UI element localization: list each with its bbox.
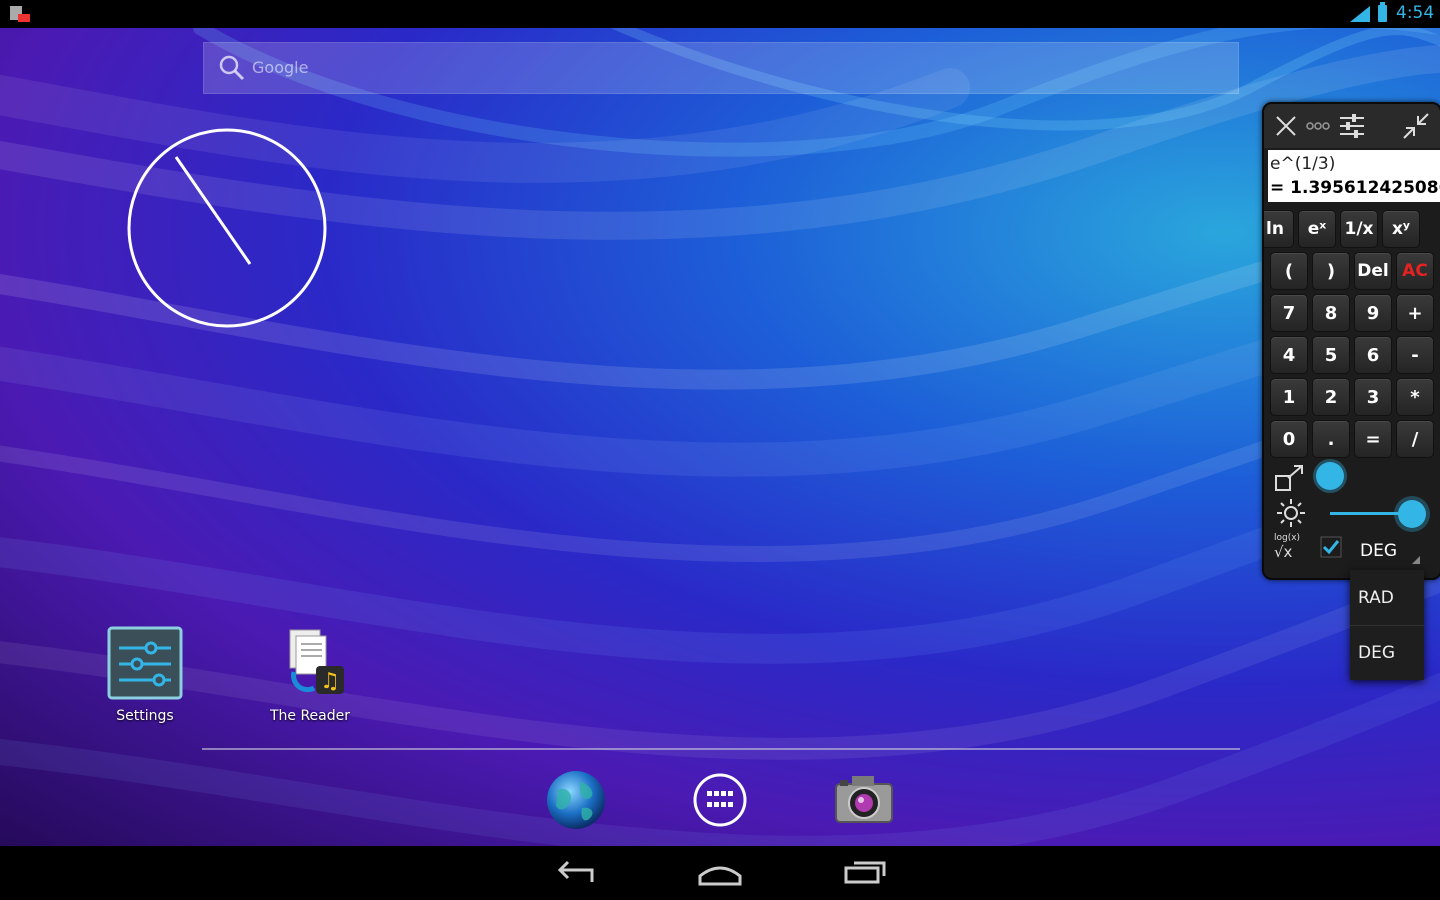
key-close-paren[interactable]: ) bbox=[1312, 252, 1350, 290]
key-1[interactable]: 1 bbox=[1270, 378, 1308, 416]
key-2[interactable]: 2 bbox=[1312, 378, 1350, 416]
key-del[interactable]: Del bbox=[1354, 252, 1392, 290]
navigation-bar bbox=[0, 846, 1440, 900]
key-8[interactable]: 8 bbox=[1312, 294, 1350, 332]
key-minus[interactable]: - bbox=[1396, 336, 1434, 374]
search-label: Google bbox=[252, 58, 309, 77]
camera-icon bbox=[835, 776, 893, 823]
settings-sliders-icon[interactable] bbox=[1338, 112, 1366, 140]
angle-mode-value: DEG bbox=[1360, 541, 1398, 561]
angle-mode-select[interactable]: DEG bbox=[1352, 534, 1424, 568]
battery-icon bbox=[1378, 2, 1387, 22]
calculator-expression: e^(1/3) bbox=[1270, 154, 1336, 174]
settings-label: Settings bbox=[116, 708, 174, 724]
reader-icon: ♫ bbox=[289, 629, 344, 694]
dock-divider bbox=[202, 748, 1240, 750]
home-icon[interactable] bbox=[696, 858, 744, 888]
recent-apps-icon[interactable] bbox=[842, 858, 888, 888]
key-exp[interactable]: eˣ bbox=[1298, 210, 1336, 248]
key-ln[interactable]: ln bbox=[1264, 210, 1294, 248]
key-decimal[interactable]: . bbox=[1312, 420, 1350, 458]
clock-hand bbox=[174, 156, 252, 265]
key-6[interactable]: 6 bbox=[1354, 336, 1392, 374]
search-icon bbox=[219, 55, 245, 81]
key-5[interactable]: 5 bbox=[1312, 336, 1350, 374]
key-power[interactable]: xʸ bbox=[1382, 210, 1420, 248]
menu-item-deg-label: DEG bbox=[1358, 643, 1396, 663]
close-icon[interactable] bbox=[1274, 114, 1298, 138]
key-reciprocal[interactable]: 1/x bbox=[1340, 210, 1378, 248]
opacity-toggle[interactable] bbox=[1316, 462, 1344, 490]
menu-item-rad-label: RAD bbox=[1358, 588, 1394, 608]
key-0[interactable]: 0 bbox=[1270, 420, 1308, 458]
camera-button[interactable] bbox=[832, 770, 896, 830]
back-icon[interactable] bbox=[554, 858, 596, 888]
key-divide[interactable]: / bbox=[1396, 420, 1434, 458]
the-reader-app[interactable]: ♫ The Reader bbox=[255, 626, 365, 724]
checkbox-checked-icon[interactable] bbox=[1320, 536, 1342, 558]
calculator-widget[interactable]: e^(1/3) = 1.395612425086 ln eˣ 1/x xʸ ( … bbox=[1262, 102, 1440, 580]
the-reader-label: The Reader bbox=[269, 708, 351, 724]
search-bar[interactable]: Google bbox=[203, 42, 1239, 94]
opacity-slider-thumb[interactable] bbox=[1398, 500, 1426, 528]
resize-icon[interactable] bbox=[1274, 464, 1306, 494]
key-4[interactable]: 4 bbox=[1270, 336, 1308, 374]
key-3[interactable]: 3 bbox=[1354, 378, 1392, 416]
analog-clock-widget[interactable] bbox=[126, 127, 328, 329]
menu-item-rad[interactable]: RAD bbox=[1350, 570, 1424, 626]
status-bar: 4:54 bbox=[0, 0, 1440, 28]
key-open-paren[interactable]: ( bbox=[1270, 252, 1308, 290]
calculator-display[interactable]: e^(1/3) = 1.395612425086 bbox=[1268, 150, 1440, 202]
brightness-icon bbox=[1277, 499, 1305, 527]
menu-item-deg[interactable]: DEG bbox=[1350, 625, 1424, 680]
opacity-icon[interactable] bbox=[1306, 120, 1330, 132]
calculator-result: = 1.395612425086 bbox=[1270, 178, 1440, 198]
key-equals[interactable]: = bbox=[1354, 420, 1392, 458]
sqrt-symbol: √x bbox=[1274, 543, 1293, 561]
angle-mode-menu: RAD DEG bbox=[1350, 570, 1424, 680]
globe-icon bbox=[547, 771, 605, 829]
key-multiply[interactable]: * bbox=[1396, 378, 1434, 416]
key-7[interactable]: 7 bbox=[1270, 294, 1308, 332]
key-plus[interactable]: + bbox=[1396, 294, 1434, 332]
apps-grid-icon bbox=[693, 773, 747, 827]
settings-app[interactable]: Settings bbox=[90, 626, 200, 724]
svg-text:♫: ♫ bbox=[320, 669, 340, 694]
sqrt-mode-icon[interactable]: log(x) √x bbox=[1274, 534, 1300, 562]
calculator-titlebar[interactable] bbox=[1264, 104, 1440, 148]
shrink-icon[interactable] bbox=[1402, 112, 1430, 140]
signal-icon bbox=[1350, 6, 1370, 22]
app-notification-icon bbox=[10, 6, 30, 22]
key-9[interactable]: 9 bbox=[1354, 294, 1392, 332]
status-time: 4:54 bbox=[1396, 3, 1435, 23]
settings-icon bbox=[107, 626, 183, 700]
browser-button[interactable] bbox=[544, 768, 608, 832]
key-ac[interactable]: AC bbox=[1396, 252, 1434, 290]
app-drawer-button[interactable] bbox=[692, 772, 748, 828]
